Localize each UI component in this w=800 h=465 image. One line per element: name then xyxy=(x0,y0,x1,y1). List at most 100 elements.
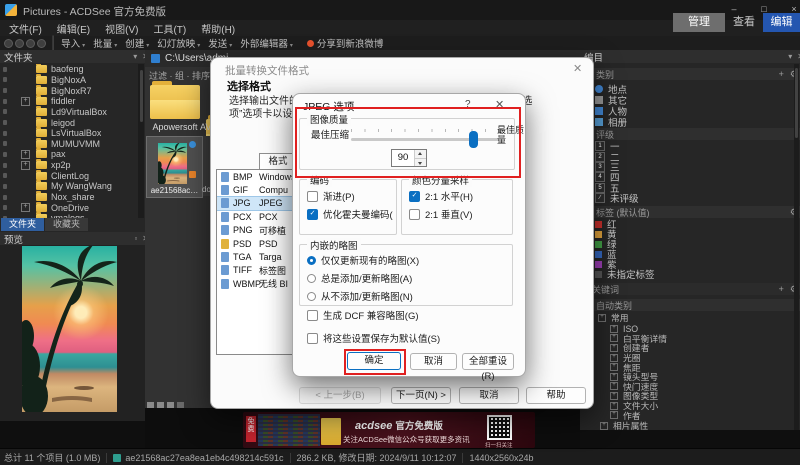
folder-tree-item[interactable]: My WangWang xyxy=(0,181,138,192)
radio-row[interactable]: 仅仅更新现有的略图(X) xyxy=(307,251,503,269)
folder-tree-item[interactable]: ClientLog xyxy=(0,170,138,181)
expand-icon[interactable] xyxy=(610,354,618,362)
label-item[interactable]: 未指定标签 xyxy=(580,269,794,279)
toolbar-button[interactable]: 外部编辑器▾ xyxy=(240,36,293,50)
folders-scrollbar[interactable] xyxy=(138,64,144,218)
checkbox-row[interactable]: 渐进(P) xyxy=(307,187,393,205)
tab-edit[interactable]: 编辑 xyxy=(763,13,800,32)
format-row[interactable]: PSD PSD xyxy=(217,237,304,250)
file-thumbnail-selected[interactable]: ae21568ac… xyxy=(146,136,203,198)
folder-tree-item[interactable]: MUMUVMM xyxy=(0,138,138,149)
folder-tree-item[interactable]: xp2p xyxy=(0,160,138,171)
expand-icon[interactable] xyxy=(600,422,608,430)
toolbar-button[interactable]: 发送▾ xyxy=(208,36,232,50)
folder-tree-item[interactable]: BigNoxA xyxy=(0,75,138,86)
expand-icon[interactable] xyxy=(610,411,618,419)
folder-tree-item[interactable]: leigod xyxy=(0,117,138,128)
format-row[interactable]: TIFF 标签图 xyxy=(217,264,304,277)
expand-icon[interactable] xyxy=(610,344,618,352)
menu-item[interactable]: 视图(V) xyxy=(102,20,141,37)
chevron-down-icon[interactable]: ▾ xyxy=(133,52,137,61)
folder-tree-item[interactable]: baofeng xyxy=(0,64,138,75)
chevron-down-icon[interactable]: ▾ xyxy=(788,52,792,61)
expand-icon[interactable] xyxy=(610,392,618,400)
back-button[interactable]: < 上一步(B) xyxy=(299,387,381,404)
nav-circle-icon[interactable] xyxy=(4,39,13,48)
menu-item[interactable]: 编辑(E) xyxy=(54,20,93,37)
toolbar-button[interactable]: 导入▾ xyxy=(61,36,85,50)
folder-tree-item[interactable]: Ld9VirtualBox xyxy=(0,107,138,118)
expand-icon[interactable] xyxy=(610,402,618,410)
folder-tree-item[interactable]: OneDrive xyxy=(0,202,138,213)
checkbox-icon[interactable] xyxy=(307,209,318,220)
toolbar-button[interactable]: 批量▾ xyxy=(93,36,117,50)
save-default-checkbox-row[interactable]: 将这些设置保存为默认值(S) xyxy=(307,329,517,347)
expand-icon[interactable] xyxy=(21,97,30,106)
format-row[interactable]: JPG JPEG xyxy=(217,197,304,210)
checkbox-icon[interactable] xyxy=(307,310,318,321)
tab-view[interactable]: 查看 xyxy=(727,13,761,32)
close-icon[interactable]: ✕ xyxy=(573,62,582,75)
radio-icon[interactable] xyxy=(307,256,316,265)
radio-icon[interactable] xyxy=(307,274,316,283)
format-row[interactable]: WBMP 无线 BI xyxy=(217,277,304,290)
next-button[interactable]: 下一页(N) > xyxy=(391,387,451,404)
checkbox-row[interactable]: 2:1 垂直(V) xyxy=(409,205,507,223)
nav-circle-icon[interactable] xyxy=(37,39,46,48)
expand-icon[interactable] xyxy=(610,325,618,333)
checkbox-row[interactable]: 2:1 水平(H) xyxy=(409,187,507,205)
dcf-checkbox-row[interactable]: 生成 DCF 兼容略图(G) xyxy=(307,306,507,324)
checkbox-icon[interactable] xyxy=(307,191,318,202)
checkbox-icon[interactable] xyxy=(409,191,420,202)
folder-tree-item[interactable]: BigNoxR7 xyxy=(0,85,138,96)
expand-icon[interactable] xyxy=(21,203,30,212)
expand-icon[interactable] xyxy=(610,373,618,381)
folder-tree-item[interactable]: Nox_share xyxy=(0,192,138,203)
expand-icon[interactable] xyxy=(21,150,30,159)
expand-icon[interactable] xyxy=(610,363,618,371)
reset-all-button[interactable]: 全部重设(R) xyxy=(462,353,514,370)
format-row[interactable]: BMP Windows xyxy=(217,170,304,183)
cancel-button[interactable]: 取消 xyxy=(459,387,519,404)
format-row[interactable]: GIF Compu xyxy=(217,183,304,196)
expand-icon[interactable] xyxy=(610,334,618,342)
tab-manage[interactable]: 管理 xyxy=(673,13,725,32)
nav-circle-icon[interactable] xyxy=(26,39,35,48)
toolbar-button[interactable]: 幻灯放映▾ xyxy=(157,36,200,50)
radio-row[interactable]: 从不添加/更新略图(N) xyxy=(307,287,503,305)
expand-icon[interactable] xyxy=(598,314,606,322)
folder-thumbnail[interactable] xyxy=(150,85,200,119)
folder-tree-item[interactable]: fiddler xyxy=(0,96,138,107)
format-row[interactable]: PNG 可移植 xyxy=(217,224,304,237)
nav-circle-icon[interactable] xyxy=(15,39,24,48)
checkbox-icon[interactable] xyxy=(307,333,318,344)
format-row[interactable]: TGA Targa xyxy=(217,250,304,263)
add-icon[interactable]: + xyxy=(779,69,784,79)
expand-icon[interactable] xyxy=(610,382,618,390)
toolbar-button[interactable]: 创建▾ xyxy=(125,36,149,50)
menu-item[interactable]: 文件(F) xyxy=(6,20,45,37)
add-icon[interactable]: + xyxy=(779,284,784,294)
folder-tree-item[interactable]: LsVirtualBox xyxy=(0,128,138,139)
pin-icon[interactable]: ▫ xyxy=(134,234,137,243)
scrollbar-thumb[interactable] xyxy=(795,68,798,138)
tab-favorites[interactable]: 收藏夹 xyxy=(45,218,88,231)
tab-folders[interactable]: 文件夹 xyxy=(1,218,44,231)
scrollbar-thumb[interactable] xyxy=(140,70,143,122)
checkbox-icon[interactable] xyxy=(409,209,420,220)
help-button[interactable]: 帮助 xyxy=(526,387,586,404)
format-row[interactable]: PCX PCX xyxy=(217,210,304,223)
folder-thumb-label[interactable]: Apowersoft xyxy=(146,122,204,132)
catalog-scrollbar[interactable] xyxy=(794,64,799,430)
menu-item[interactable]: 工具(T) xyxy=(150,20,189,37)
expand-icon[interactable] xyxy=(21,161,30,170)
share-weibo-button[interactable]: 分享到新浪微博 xyxy=(317,36,384,50)
category-item[interactable]: 相册 xyxy=(580,116,794,127)
menu-item[interactable]: 帮助(H) xyxy=(198,20,238,37)
radio-icon[interactable] xyxy=(307,292,316,301)
auto-cat-parent[interactable]: 常用 xyxy=(598,313,788,323)
rating-item[interactable]: ∕ 未评级 xyxy=(580,193,794,203)
radio-row[interactable]: 总是添加/更新略图(A) xyxy=(307,269,503,287)
ad-banner[interactable]: 免费 acdsee 官方免费版 关注ACDSee微信公众号获取更多资讯 扫一扫关… xyxy=(243,412,535,448)
folder-tree-item[interactable]: pax xyxy=(0,149,138,160)
